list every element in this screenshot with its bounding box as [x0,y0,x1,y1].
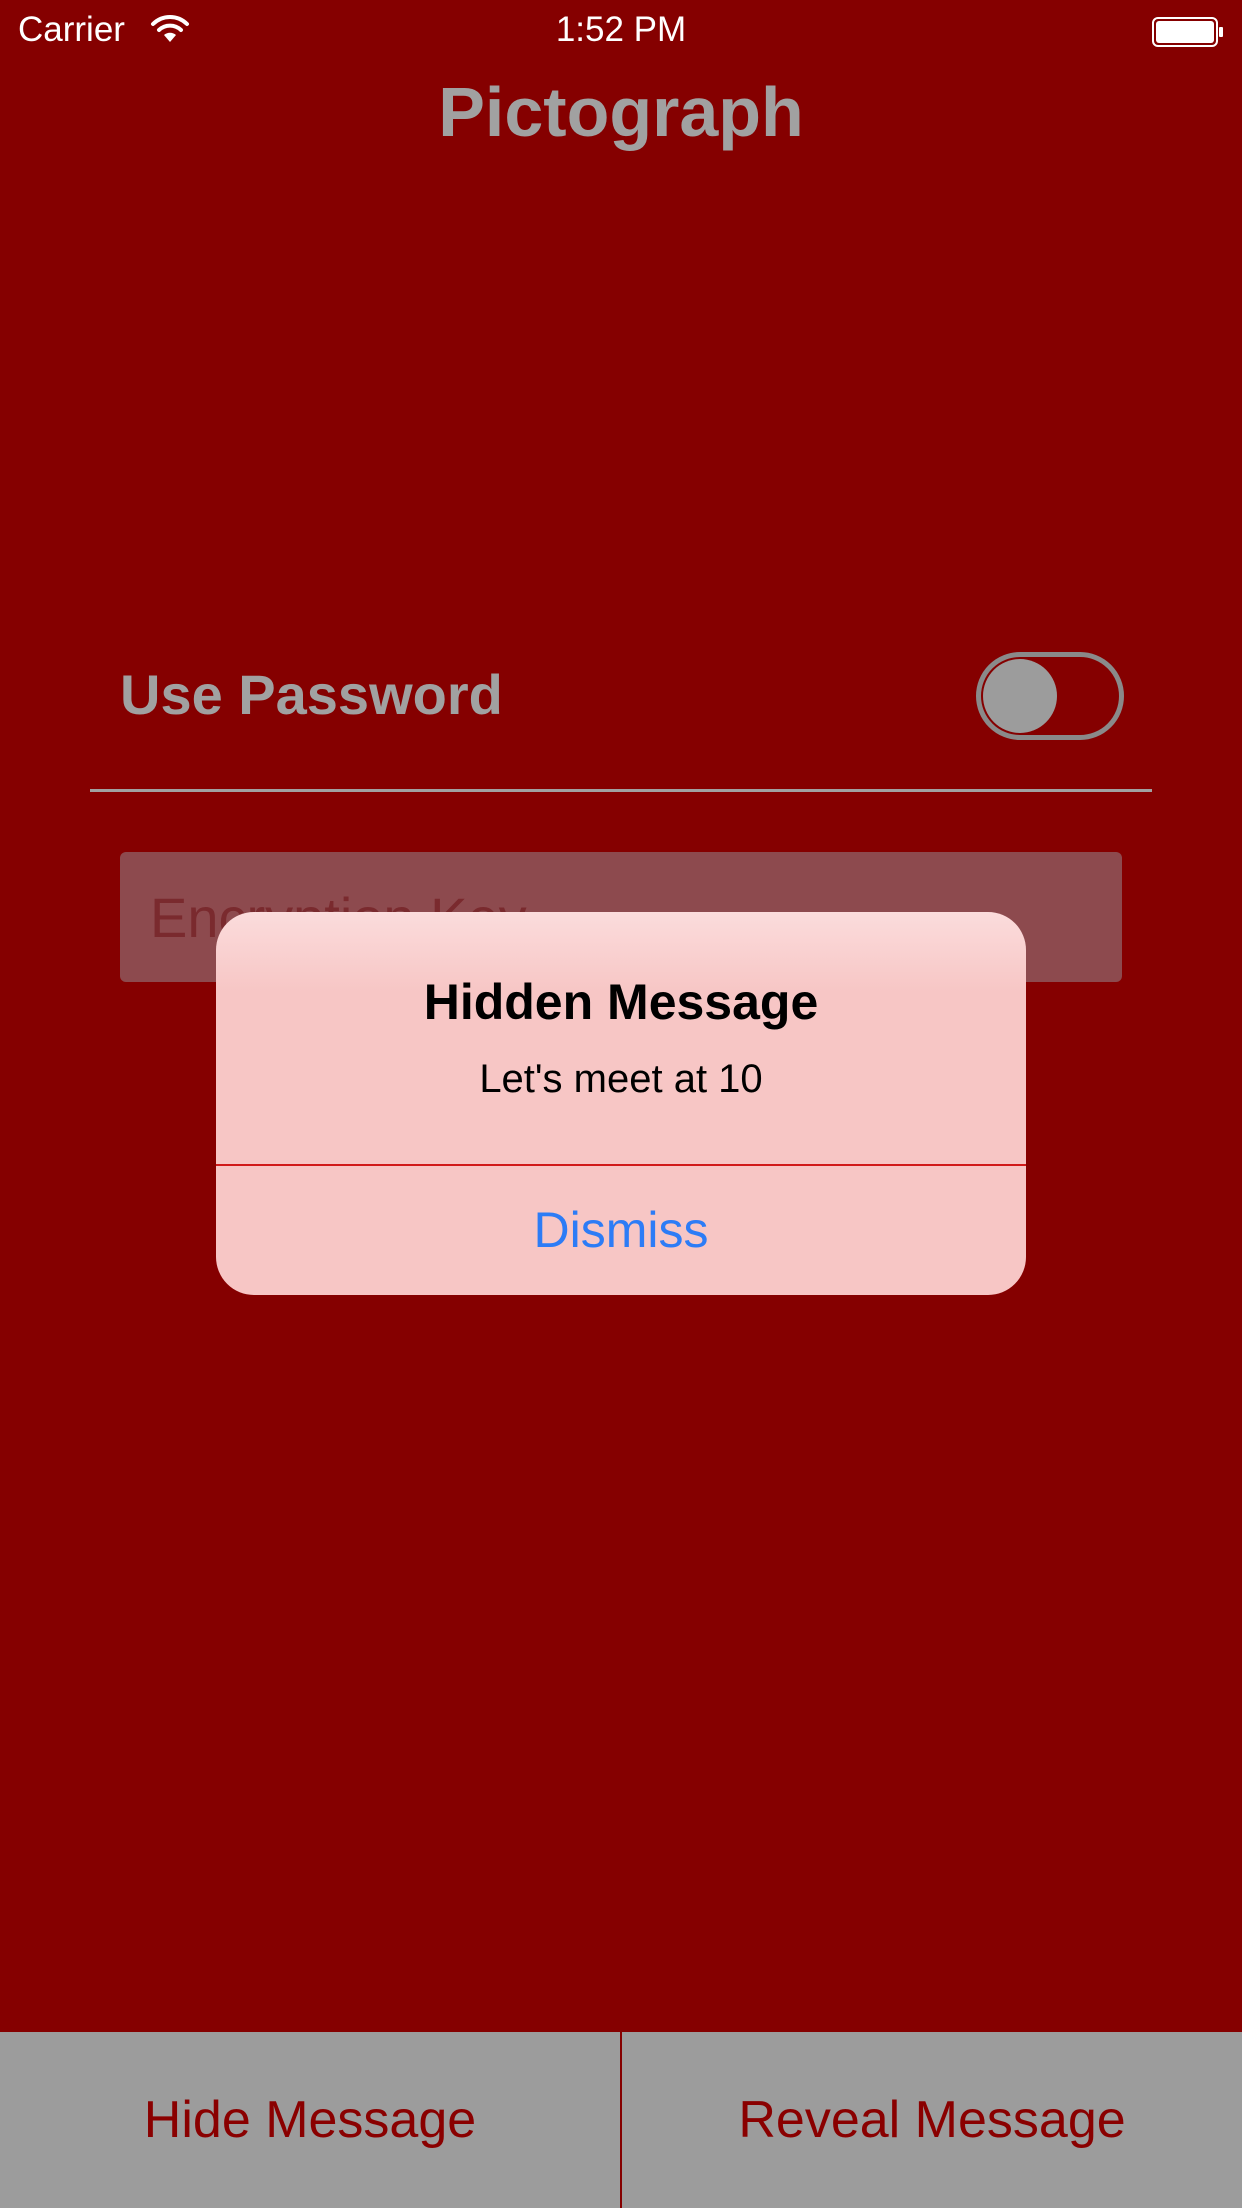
bottom-bar: Hide Message Reveal Message [0,2032,1242,2208]
divider [90,789,1152,792]
use-password-label: Use Password [120,663,503,726]
alert-message: Let's meet at 10 [479,1057,763,1101]
toggle-knob [983,659,1057,733]
use-password-toggle[interactable] [976,652,1124,740]
battery-icon [1152,17,1223,47]
alert-title: Hidden Message [423,974,819,1030]
hide-message-button[interactable]: Hide Message [0,2032,620,2208]
reveal-message-button[interactable]: Reveal Message [622,2032,1242,2208]
status-time: 1:52 PM [555,10,687,49]
app-title: Pictograph [438,73,804,151]
hidden-message-alert: Hidden Message Let's meet at 10 Dismiss [216,912,1026,1295]
dismiss-button[interactable]: Dismiss [216,1166,1026,1295]
status-bar: Carrier 1:52 PM [0,0,1242,60]
